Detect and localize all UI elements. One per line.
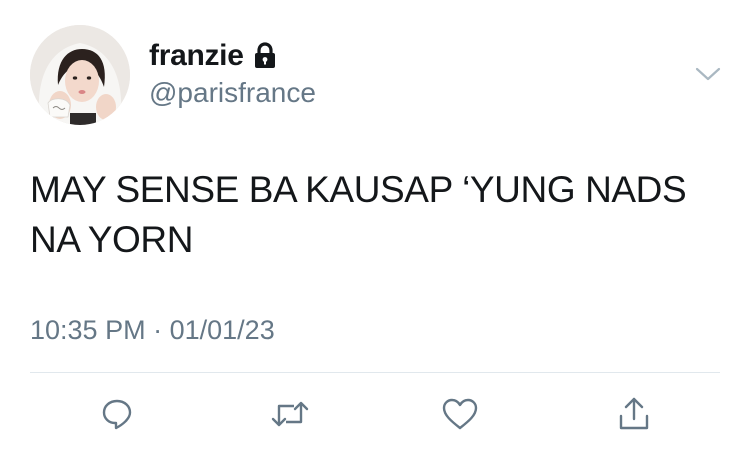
timestamp-separator: · [153,315,163,345]
retweet-icon [270,397,310,431]
user-handle[interactable]: @parisfrance [149,76,316,110]
reply-icon [100,397,134,431]
display-name[interactable]: franzie [149,38,278,74]
avatar[interactable] [30,25,130,125]
tweet-text: MAY SENSE BA KAUSAP ‘YUNG NADS NA YORN [30,169,687,260]
like-button[interactable] [440,394,480,434]
tweet-date: 01/01/23 [169,315,275,345]
divider [30,372,720,373]
reply-button[interactable] [97,394,137,434]
tweet-time: 10:35 PM [30,315,146,345]
tweet: franzie @parisfrance MAY SENSE BA KAUSAP… [0,0,750,461]
chevron-down-icon[interactable] [693,63,723,83]
display-name-text: franzie [149,39,244,72]
tweet-timestamp[interactable]: 10:35 PM · 01/01/23 [30,313,275,347]
heart-icon [441,397,479,431]
lock-icon [252,42,278,70]
retweet-button[interactable] [270,394,310,434]
share-icon [616,396,652,432]
avatar-image [30,25,130,125]
share-button[interactable] [614,394,654,434]
